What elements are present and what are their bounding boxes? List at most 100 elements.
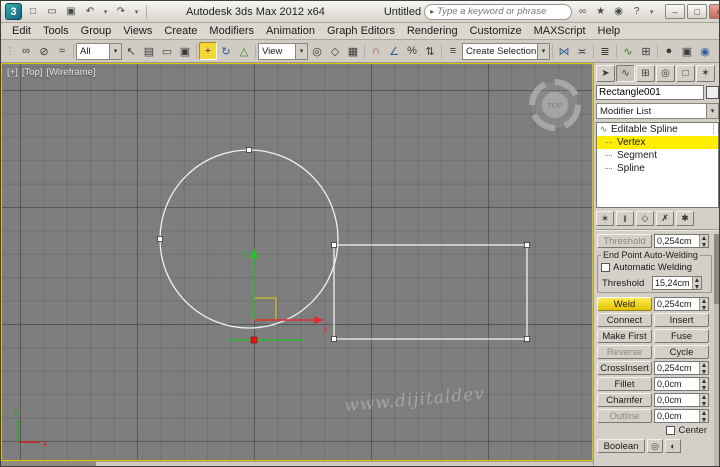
spinner-arrows[interactable]: [699, 378, 708, 390]
automatic-welding-checkbox[interactable]: [601, 263, 610, 272]
tab-create-icon[interactable]: ➤: [596, 65, 615, 82]
select-and-manipulate-icon[interactable]: ◇: [326, 42, 344, 60]
menu-create[interactable]: Create: [158, 24, 203, 38]
viewcube-face-label[interactable]: TOP: [547, 101, 562, 110]
chamfer-spinner[interactable]: 0,0cm: [654, 393, 709, 407]
spinner-arrows[interactable]: [699, 394, 708, 406]
stack-item-segment[interactable]: Segment: [597, 149, 718, 162]
mirror-icon[interactable]: ⋈: [555, 42, 573, 60]
undo-icon[interactable]: ↶: [82, 4, 98, 20]
object-name-field[interactable]: [596, 85, 704, 100]
favorites-star-icon[interactable]: ★: [593, 6, 608, 17]
crossinsert-spinner[interactable]: 0,254cm: [654, 361, 709, 375]
tab-display-icon[interactable]: □: [676, 65, 695, 82]
viewport-menu-general[interactable]: [+]: [7, 67, 18, 78]
selection-filter-dropdown[interactable]: All ▾: [76, 42, 122, 60]
menu-animation[interactable]: Animation: [260, 24, 321, 38]
autoweld-threshold-spinner[interactable]: 15,24cm: [652, 276, 702, 290]
menu-maxscript[interactable]: MAXScript: [528, 24, 592, 38]
boolean-button[interactable]: Boolean: [597, 439, 645, 453]
menu-group[interactable]: Group: [75, 24, 118, 38]
angle-snap-icon[interactable]: ∠: [385, 42, 403, 60]
schematic-view-icon[interactable]: ⊞: [637, 42, 655, 60]
percent-snap-icon[interactable]: %: [403, 42, 421, 60]
keyboard-override-icon[interactable]: ▦: [344, 42, 362, 60]
undo-dropdown-icon[interactable]: ▾: [101, 4, 110, 20]
minimize-button[interactable]: –: [665, 4, 686, 19]
open-file-icon[interactable]: ▭: [44, 4, 60, 20]
communication-center-icon[interactable]: ◉: [611, 6, 626, 17]
modifier-list-dropdown[interactable]: Modifier List ▾: [596, 103, 719, 119]
redo-dropdown-icon[interactable]: ▾: [132, 4, 141, 20]
spinner-snap-icon[interactable]: ⇅: [421, 42, 439, 60]
edit-named-selections-icon[interactable]: ≡: [444, 42, 462, 60]
new-scene-icon[interactable]: □: [25, 4, 41, 20]
menu-tools[interactable]: Tools: [37, 24, 75, 38]
make-first-button[interactable]: Make First: [597, 329, 652, 343]
spinner-arrows[interactable]: [699, 362, 708, 374]
center-checkbox[interactable]: [666, 426, 676, 435]
menu-help[interactable]: Help: [592, 24, 627, 38]
connect-button[interactable]: Connect: [597, 313, 652, 327]
bind-to-spacewarp-icon[interactable]: ≈: [53, 42, 71, 60]
layer-manager-icon[interactable]: ≣: [596, 42, 614, 60]
window-crossing-icon[interactable]: ▣: [176, 42, 194, 60]
reference-coordinate-dropdown[interactable]: View ▾: [258, 42, 308, 60]
crossinsert-button[interactable]: CrossInsert: [597, 361, 652, 375]
boolean-union-icon[interactable]: ◎: [647, 439, 663, 453]
app-menu-button[interactable]: 3: [5, 3, 22, 20]
insert-button[interactable]: Insert: [654, 313, 709, 327]
weld-button[interactable]: Weld: [597, 297, 652, 311]
select-and-scale-icon[interactable]: △: [235, 42, 253, 60]
menu-modifiers[interactable]: Modifiers: [203, 24, 260, 38]
stack-corner-icon[interactable]: ┆: [711, 124, 716, 135]
snap-toggle-3d-icon[interactable]: ∩: [367, 42, 385, 60]
search-binoculars-icon[interactable]: ∞: [575, 6, 590, 17]
rendered-frame-icon[interactable]: ▣: [678, 42, 696, 60]
fuse-button[interactable]: Fuse: [654, 329, 709, 343]
use-pivot-center-icon[interactable]: ◎: [308, 42, 326, 60]
spinner-arrows[interactable]: [692, 277, 701, 289]
maximize-button[interactable]: □: [687, 4, 708, 19]
viewport-top[interactable]: [+] [Top] [Wireframe] y x TOP x y www.di…: [1, 63, 593, 461]
spinner-arrows[interactable]: [699, 235, 708, 247]
toolbar-handle[interactable]: ⋮: [5, 46, 15, 57]
boolean-subtract-icon[interactable]: ◐: [665, 439, 681, 453]
menu-graph-editors[interactable]: Graph Editors: [321, 24, 401, 38]
unlink-selection-icon[interactable]: ⊘: [35, 42, 53, 60]
render-setup-icon[interactable]: ●: [660, 42, 678, 60]
outline-spinner[interactable]: 0,0cm: [654, 409, 709, 423]
stack-item-vertex[interactable]: Vertex: [597, 136, 718, 149]
weld-spinner[interactable]: 0,254cm: [654, 297, 709, 311]
gizmo-x-arrowhead[interactable]: [314, 316, 324, 324]
scrollbar-thumb[interactable]: [714, 234, 719, 304]
save-file-icon[interactable]: ▣: [63, 4, 79, 20]
select-and-link-icon[interactable]: ∞: [17, 42, 35, 60]
viewport-menu-pov[interactable]: [Top]: [22, 67, 43, 78]
spinner-arrows[interactable]: [699, 410, 708, 422]
selection-region-icon[interactable]: ▭: [158, 42, 176, 60]
named-selection-dropdown[interactable]: Create Selection Se ▾: [462, 42, 550, 60]
cycle-button[interactable]: Cycle: [654, 345, 709, 359]
spline-shape[interactable]: [159, 149, 528, 340]
render-production-icon[interactable]: ◉: [696, 42, 714, 60]
menu-rendering[interactable]: Rendering: [401, 24, 464, 38]
tab-modify-icon[interactable]: ∿: [616, 65, 635, 82]
menu-customize[interactable]: Customize: [464, 24, 528, 38]
viewport-menu-shading[interactable]: [Wireframe]: [46, 67, 95, 78]
align-icon[interactable]: ≍: [573, 42, 591, 60]
menu-views[interactable]: Views: [117, 24, 158, 38]
show-end-result-icon[interactable]: ‖: [616, 211, 634, 226]
select-by-name-icon[interactable]: ▤: [140, 42, 158, 60]
help-dropdown-icon[interactable]: ▾: [647, 4, 656, 20]
fillet-spinner[interactable]: 0,0cm: [654, 377, 709, 391]
search-input[interactable]: [437, 6, 567, 17]
transform-gizmo[interactable]: y x: [228, 248, 328, 344]
spinner-arrows[interactable]: [699, 298, 708, 310]
chamfer-button[interactable]: Chamfer: [597, 393, 652, 407]
redo-icon[interactable]: ↷: [113, 4, 129, 20]
configure-modifier-sets-icon[interactable]: ✱: [676, 211, 694, 226]
select-object-icon[interactable]: ↖: [122, 42, 140, 60]
tab-motion-icon[interactable]: ◎: [656, 65, 675, 82]
viewport-canvas[interactable]: y x TOP x y: [2, 64, 592, 460]
